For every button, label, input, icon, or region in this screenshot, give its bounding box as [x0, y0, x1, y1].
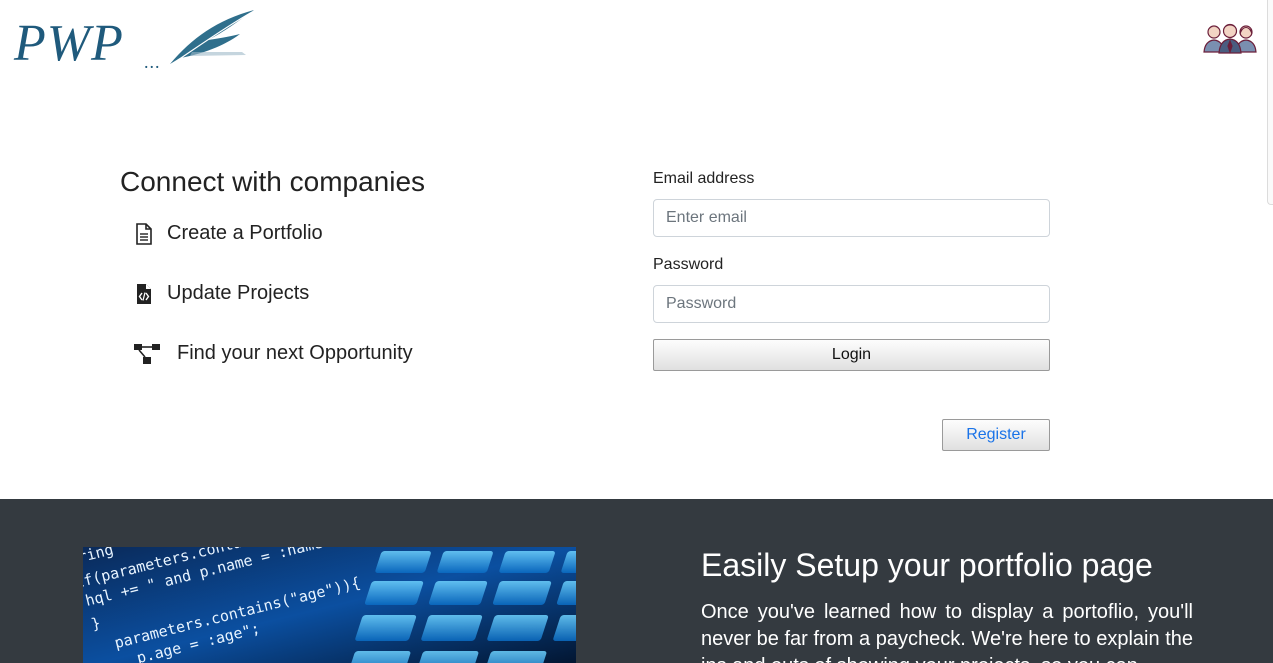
quill-icon — [170, 10, 254, 65]
email-label: Email address — [653, 170, 755, 187]
document-icon — [133, 222, 155, 245]
pwp-logo[interactable]: PWP ... — [12, 8, 254, 72]
code-file-icon — [133, 283, 155, 305]
feature-update-projects: Update Projects — [133, 282, 309, 305]
feature-find-opportunity: Find your next Opportunity — [133, 342, 413, 365]
feature-label: Update Projects — [167, 282, 310, 304]
promo-title: Easily Setup your portfolio page — [701, 547, 1153, 583]
network-icon — [133, 343, 161, 365]
features-title: Connect with companies — [120, 166, 426, 197]
email-field[interactable] — [653, 199, 1050, 237]
scrollbar[interactable] — [1267, 0, 1273, 205]
users-icon[interactable] — [1202, 22, 1258, 54]
promo-text: Once you've learned how to display a por… — [701, 601, 1193, 663]
feature-label: Create a Portfolio — [167, 222, 323, 244]
feature-label: Find your next Opportunity — [177, 342, 413, 364]
password-field[interactable] — [653, 285, 1050, 323]
logo-text: PWP — [14, 15, 124, 72]
logo-dots: ... — [144, 52, 161, 72]
code-keyboard-image: tring if(parameters.contains( "na hql +=… — [83, 547, 576, 663]
register-button[interactable]: Register — [942, 419, 1050, 451]
login-button[interactable]: Login — [653, 339, 1050, 371]
password-label: Password — [653, 256, 724, 273]
promo-section: tring if(parameters.contains( "na hql +=… — [0, 499, 1273, 663]
feature-create-portfolio: Create a Portfolio — [133, 222, 323, 245]
